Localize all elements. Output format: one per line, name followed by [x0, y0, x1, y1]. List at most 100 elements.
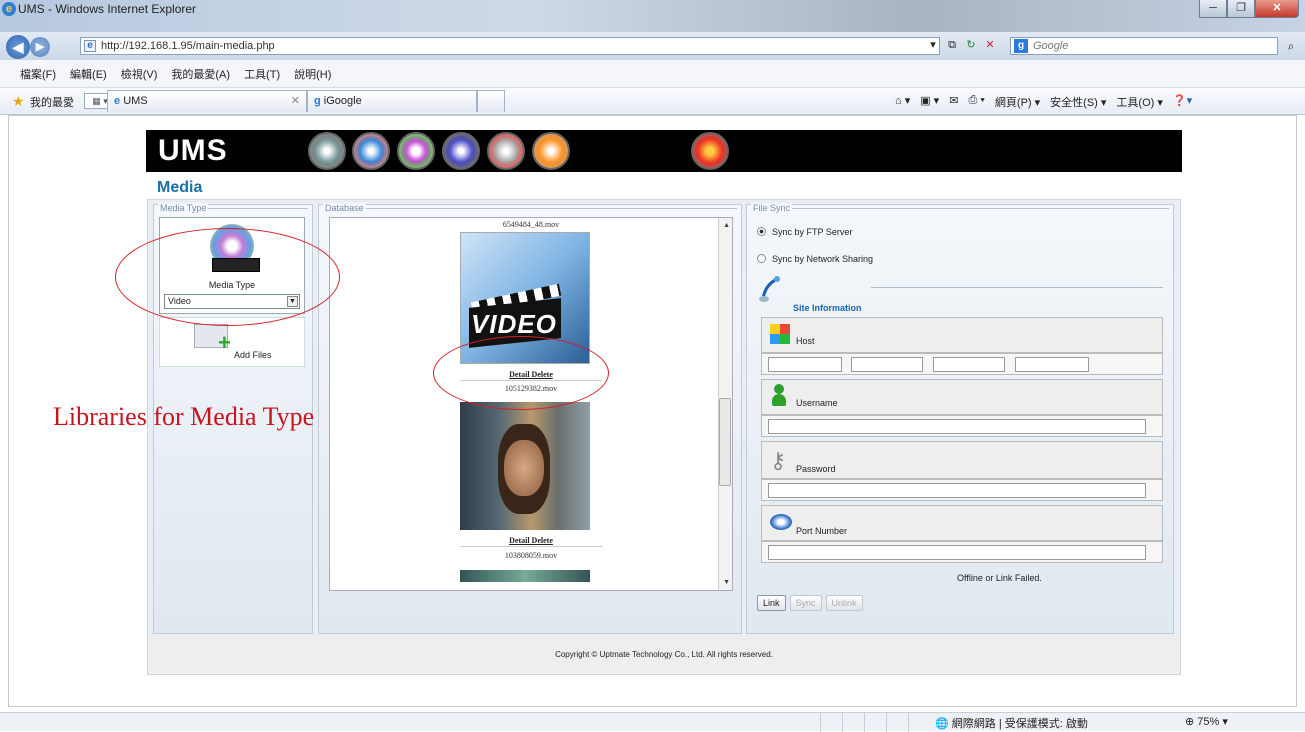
- minimize-button[interactable]: ─: [1199, 0, 1227, 18]
- window-titlebar: e UMS - Windows Internet Explorer ─ ❐ ✕: [0, 0, 1305, 32]
- link-button[interactable]: Link: [757, 595, 786, 611]
- mail-icon[interactable]: ✉: [949, 94, 958, 110]
- forward-button[interactable]: ▶: [30, 37, 50, 57]
- file-name: 103808059.mov: [504, 551, 558, 560]
- site-information-icon: [759, 275, 783, 303]
- host-ip-octet-1[interactable]: [768, 357, 842, 372]
- link-status: Offline or Link Failed.: [957, 573, 1042, 583]
- username-input-row: [761, 415, 1163, 437]
- network-icon[interactable]: [352, 132, 390, 170]
- video-thumbnail[interactable]: [460, 402, 590, 530]
- annotation-ellipse: [115, 228, 340, 326]
- database-panel: Database 6549484_48.mov VIDEO Detail Del…: [318, 203, 742, 634]
- sync-buttons: Link Sync Unlink: [757, 595, 863, 611]
- password-label: Password: [796, 464, 836, 474]
- zoom-icon: ⊕: [1185, 716, 1198, 728]
- sync-button[interactable]: Sync: [789, 595, 822, 611]
- feeds-icon[interactable]: ▣ ▾: [920, 94, 939, 110]
- copyright: Copyright © Uptmate Technology Co., Ltd.…: [555, 650, 773, 659]
- username-input[interactable]: [768, 419, 1146, 434]
- radio-button[interactable]: [757, 227, 766, 236]
- radio-label: Sync by FTP Server: [772, 227, 853, 237]
- sync-network-option[interactable]: Sync by Network Sharing: [757, 254, 873, 264]
- unlink-button[interactable]: Unlink: [825, 595, 863, 611]
- password-input[interactable]: [768, 483, 1146, 498]
- logout-icon[interactable]: [691, 132, 729, 170]
- stop-icon[interactable]: ✕: [982, 37, 998, 53]
- search-input[interactable]: g Google: [1010, 37, 1278, 55]
- radio-label: Sync by Network Sharing: [772, 254, 874, 264]
- file-name: 6549484_48.mov: [502, 220, 560, 229]
- zoom-level[interactable]: ⊕ 75% ▾: [1185, 715, 1228, 728]
- radio-button[interactable]: [757, 254, 766, 263]
- host-icon: [770, 324, 790, 344]
- scroll-up-icon[interactable]: ▲: [723, 222, 730, 229]
- grid-icon[interactable]: [442, 132, 480, 170]
- delete-link[interactable]: Delete: [532, 536, 553, 545]
- host-ip-octet-2[interactable]: [851, 357, 923, 372]
- host-ip-octet-3[interactable]: [933, 357, 1005, 372]
- footer: Copyright © Uptmate Technology Co., Ltd.…: [148, 636, 1180, 674]
- dropdown-icon[interactable]: ▾: [925, 37, 941, 53]
- favorites-label[interactable]: 我的最愛: [30, 94, 74, 110]
- close-tab-icon[interactable]: ✕: [291, 94, 300, 107]
- annotation-ellipse: [433, 336, 609, 410]
- file-sync-panel: File Sync Sync by FTP Server Sync by Net…: [746, 203, 1174, 634]
- tab-igoogle[interactable]: g iGoogle: [307, 90, 477, 112]
- print-icon[interactable]: ⎙ ▾: [968, 94, 984, 110]
- scroll-thumb[interactable]: [719, 398, 731, 486]
- schedule-icon[interactable]: [487, 132, 525, 170]
- legend-divider: [323, 208, 737, 209]
- navigation-bar: ◀ ▶ e http://192.168.1.95/main-media.php…: [0, 32, 1305, 60]
- menu-file[interactable]: 檔案(F): [20, 66, 56, 82]
- address-bar[interactable]: e http://192.168.1.95/main-media.php: [80, 37, 940, 55]
- menu-help[interactable]: 說明(H): [294, 66, 331, 82]
- host-input-row: [761, 353, 1163, 375]
- thumbnail-face: [504, 440, 544, 496]
- scroll-down-icon[interactable]: ▼: [723, 579, 730, 586]
- back-button[interactable]: ◀: [6, 35, 30, 59]
- media-icon[interactable]: [397, 132, 435, 170]
- ie-tab-icon: e: [114, 95, 124, 107]
- compat-view-icon[interactable]: ⧉: [944, 37, 960, 53]
- maximize-button[interactable]: ❐: [1227, 0, 1255, 18]
- close-window-button[interactable]: ✕: [1255, 0, 1299, 18]
- sync-ftp-option[interactable]: Sync by FTP Server: [757, 227, 852, 237]
- port-input[interactable]: [768, 545, 1146, 560]
- help-icon[interactable]: ❓▾: [1173, 94, 1192, 110]
- home-icon[interactable]: ⌂ ▾: [895, 94, 910, 110]
- menu-view[interactable]: 檢視(V): [121, 66, 158, 82]
- tab-ums[interactable]: e UMS ✕: [107, 90, 307, 112]
- menu-tools[interactable]: 工具(T): [244, 66, 280, 82]
- video-thumbnail[interactable]: [460, 570, 590, 582]
- security-zone[interactable]: 🌐 網際網路 | 受保護模式: 啟動: [935, 715, 1088, 731]
- menu-edit[interactable]: 編輯(E): [70, 66, 107, 82]
- tab-label: iGoogle: [323, 95, 362, 107]
- igoogle-icon: g: [314, 95, 324, 107]
- password-input-row: [761, 479, 1163, 501]
- host-ip-octet-4[interactable]: [1015, 357, 1089, 372]
- security-zone-text: 網際網路 | 受保護模式: 啟動: [951, 718, 1088, 730]
- page-menu[interactable]: 網頁(P) ▾: [995, 94, 1040, 110]
- user-icon: [772, 384, 786, 406]
- tools-menu[interactable]: 工具(O) ▾: [1116, 94, 1162, 110]
- safety-menu[interactable]: 安全性(S) ▾: [1050, 94, 1106, 110]
- search-icon[interactable]: ⌕: [1281, 37, 1301, 55]
- star-icon[interactable]: ★: [12, 93, 25, 110]
- tab-label: UMS: [123, 95, 148, 107]
- username-header: Username: [761, 379, 1163, 415]
- settings-icon[interactable]: [308, 132, 346, 170]
- broadcast-icon[interactable]: [532, 132, 570, 170]
- username-label: Username: [796, 398, 838, 408]
- item-actions: Detail Delete: [330, 536, 732, 545]
- key-icon: ⚷: [770, 448, 787, 473]
- status-sections: [820, 713, 930, 732]
- scrollbar[interactable]: ▲ ▼: [718, 218, 732, 590]
- refresh-icon[interactable]: ↻: [963, 37, 979, 53]
- new-tab-button[interactable]: [477, 90, 505, 112]
- address-tools: ▾ ⧉ ↻ ✕: [925, 37, 998, 53]
- detail-link[interactable]: Detail: [509, 536, 529, 545]
- site-information-label: Site Information: [793, 303, 862, 313]
- ums-logo: UMS: [158, 134, 228, 167]
- menu-favorites[interactable]: 我的最愛(A): [171, 66, 230, 82]
